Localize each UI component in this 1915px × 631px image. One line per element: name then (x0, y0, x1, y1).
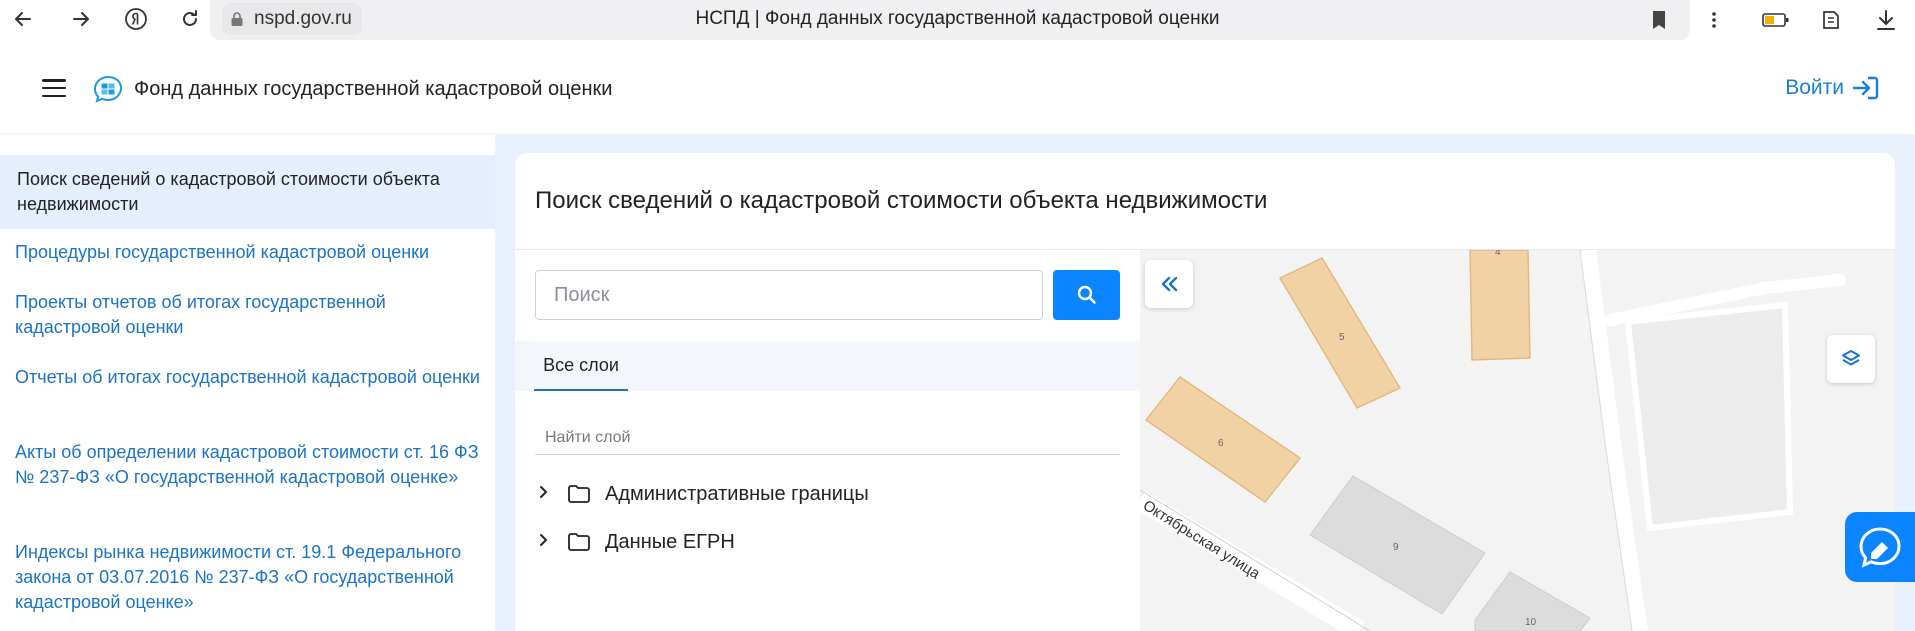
search-icon (1077, 285, 1096, 304)
app-title: Фонд данных государственной кадастровой … (134, 78, 613, 100)
sidebar-item-reports[interactable]: Отчеты об итогах государственной кадастр… (15, 365, 485, 390)
street-label: Октябрьская улица (1140, 497, 1263, 583)
extensions-icon[interactable] (1817, 6, 1845, 34)
url-bar[interactable]: nspd.gov.ru (222, 3, 362, 35)
parcel-5[interactable]: 5 (1279, 257, 1402, 409)
sidebar-item-draft-reports[interactable]: Проекты отчетов об итогах государственно… (15, 290, 485, 340)
layer-tabs: Все слои (515, 341, 1140, 391)
collapse-panel-button[interactable] (1145, 260, 1193, 308)
more-icon[interactable] (1700, 6, 1728, 34)
battery-icon[interactable] (1762, 6, 1790, 34)
yandex-icon[interactable] (121, 4, 151, 34)
chevron-right-icon (539, 485, 553, 504)
main-card: Поиск сведений о кадастровой стоимости о… (515, 153, 1895, 631)
reload-icon[interactable] (175, 4, 205, 34)
login-icon (1852, 76, 1879, 100)
sidebar-item-procedures[interactable]: Процедуры государственной кадастровой оц… (15, 240, 485, 265)
page-title: Поиск сведений о кадастровой стоимости о… (535, 187, 1268, 214)
url-text: nspd.gov.ru (254, 8, 352, 29)
forward-icon[interactable] (66, 4, 96, 34)
building-number: 9 (1393, 542, 1399, 553)
bookmark-icon[interactable] (1645, 6, 1673, 34)
menu-icon[interactable] (42, 79, 66, 97)
layer-admin-borders[interactable]: Административные границы (539, 479, 869, 509)
sidebar-item-cadastral-search[interactable]: Поиск сведений о кадастровой стоимости о… (0, 155, 495, 229)
address-area (210, 0, 1690, 40)
building-number: 4 (1495, 250, 1501, 258)
sidebar-item-market-indexes[interactable]: Индексы рынка недвижимости ст. 19.1 Феде… (15, 540, 485, 615)
app-header: Фонд данных государственной кадастровой … (0, 45, 1915, 133)
building-number: 10 (1525, 617, 1537, 628)
map-canvas: 5 4 6 9 10 Октябрьская улица (1140, 250, 1846, 631)
layer-filter-input[interactable]: Найти слой (535, 421, 1120, 455)
parcel-6[interactable]: 6 (1144, 376, 1302, 503)
layer-label: Административные границы (605, 482, 869, 505)
chat-icon (1859, 527, 1901, 568)
map-view[interactable]: 5 4 6 9 10 Октябрьская улица (1140, 250, 1895, 631)
building-number: 6 (1218, 438, 1224, 449)
layer-label: Данные ЕГРН (605, 530, 735, 553)
building-9[interactable]: 9 (1309, 475, 1486, 615)
login-button[interactable]: Войти (1785, 75, 1880, 101)
layer-egrn-data[interactable]: Данные ЕГРН (539, 527, 735, 557)
sidebar-item-acts[interactable]: Акты об определении кадастровой стоимост… (15, 440, 485, 490)
login-label: Войти (1785, 76, 1844, 99)
folder-icon (568, 533, 590, 551)
search-button[interactable] (1053, 270, 1120, 320)
layers-icon (1842, 350, 1860, 366)
chat-support-button[interactable] (1845, 512, 1915, 582)
folder-icon (568, 485, 590, 503)
browser-toolbar: nspd.gov.ru НСПД | Фонд данных государст… (0, 0, 1915, 40)
building-number: 5 (1339, 332, 1345, 343)
search-input[interactable] (535, 270, 1043, 320)
chevron-right-icon (539, 533, 553, 552)
building-10[interactable]: 10 (1474, 571, 1591, 631)
parcel-4[interactable]: 4 (1469, 250, 1531, 361)
double-chevron-left-icon (1161, 276, 1178, 292)
back-icon[interactable] (8, 4, 38, 34)
logo-icon (93, 75, 123, 103)
download-icon[interactable] (1872, 6, 1900, 34)
lock-icon (231, 12, 243, 26)
tab-all-layers[interactable]: Все слои (534, 341, 628, 391)
layers-button[interactable] (1827, 335, 1875, 383)
sidebar: Поиск сведений о кадастровой стоимости о… (0, 135, 495, 631)
